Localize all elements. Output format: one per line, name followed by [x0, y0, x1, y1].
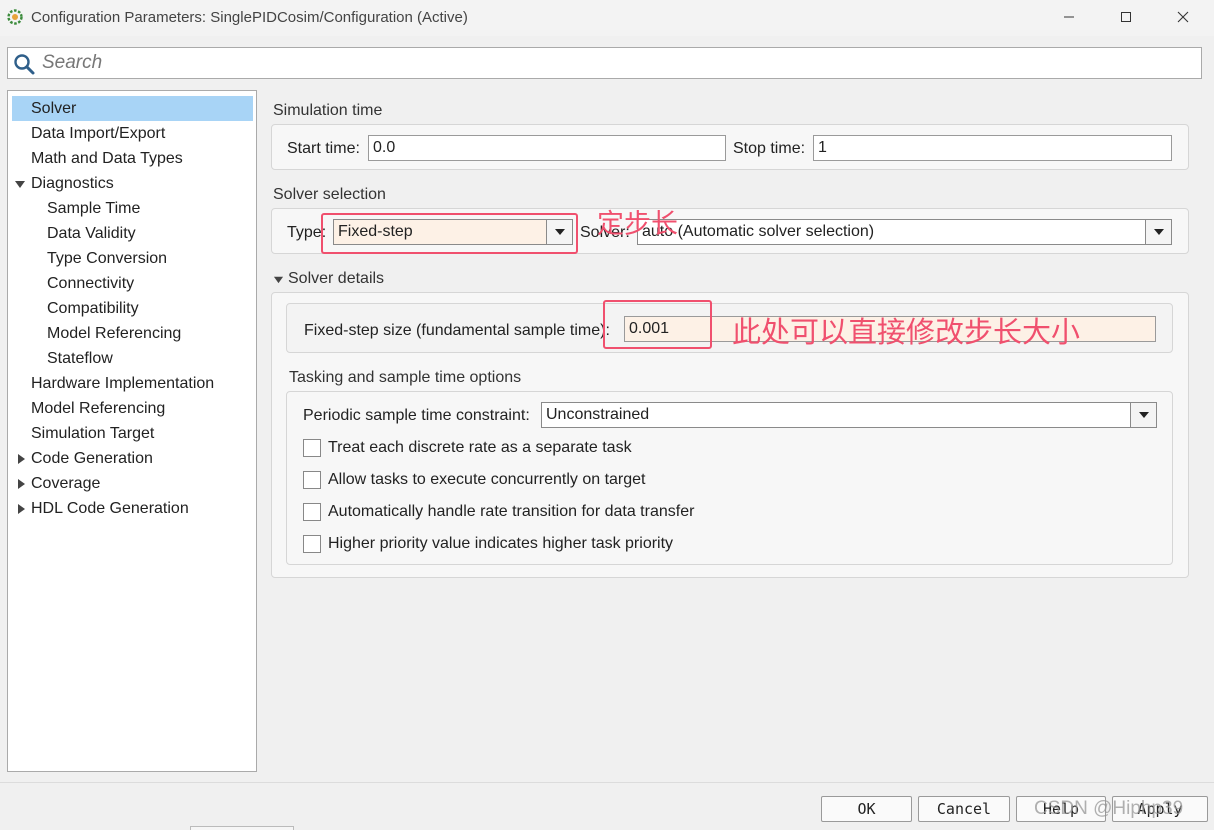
tree-item-model-referencing-diag[interactable]: Model Referencing — [12, 321, 181, 346]
task-priority-label[interactable]: Higher priority value indicates higher t… — [328, 535, 673, 553]
start-time-input[interactable]: 0.0 — [368, 135, 726, 161]
concurrent-tasks-checkbox[interactable] — [303, 471, 321, 489]
tree-item-label: Compatibility — [47, 300, 139, 317]
tree-item-hdl-code-generation[interactable]: HDL Code Generation — [12, 496, 232, 521]
maximize-icon — [1121, 12, 1131, 22]
maximize-button[interactable] — [1103, 0, 1149, 34]
tree-item-sample-time[interactable]: Sample Time — [12, 196, 140, 221]
tree-item-label: Math and Data Types — [31, 150, 183, 167]
solver-dropdown-button[interactable] — [1145, 220, 1171, 244]
collapsed-arrow-icon[interactable] — [15, 503, 27, 515]
rate-transition-label[interactable]: Automatically handle rate transition for… — [328, 503, 694, 521]
tree-item-code-generation[interactable]: Code Generation — [12, 446, 212, 471]
chevron-down-icon — [1153, 229, 1164, 235]
window-title: Configuration Parameters: SinglePIDCosim… — [31, 9, 468, 26]
rate-transition-checkbox[interactable] — [303, 503, 321, 521]
fixed-step-highlight-box — [321, 213, 578, 254]
fixed-step-note: 定步长 — [597, 209, 678, 240]
tree-item-label: Connectivity — [47, 275, 135, 292]
tree-item-simulation-target[interactable]: Simulation Target — [12, 421, 154, 446]
periodic-constraint-label: Periodic sample time constraint: — [303, 407, 530, 424]
tree-item-label: Data Validity — [47, 225, 136, 242]
tree-item-label: Type Conversion — [47, 250, 168, 267]
tree-item-diagnostics[interactable]: Diagnostics — [12, 171, 212, 196]
tree-item-math-and-data-types[interactable]: Math and Data Types — [12, 146, 183, 171]
minimize-icon — [1064, 16, 1074, 18]
tasking-heading: Tasking and sample time options — [289, 369, 522, 386]
tree-item-label: Code Generation — [31, 450, 153, 467]
title-bar: Configuration Parameters: SinglePIDCosim… — [0, 0, 1214, 36]
fixed-step-size-label: Fixed-step size (fundamental sample time… — [304, 322, 610, 339]
separate-task-label[interactable]: Treat each discrete rate as a separate t… — [328, 439, 632, 457]
tree-item-label: Sample Time — [47, 200, 141, 217]
tasking-panel: Periodic sample time constraint: Unconst… — [286, 391, 1173, 565]
tree-item-label: Simulation Target — [31, 425, 155, 442]
tree-item-label: Model Referencing — [47, 325, 182, 342]
chevron-down-icon — [1138, 412, 1149, 418]
periodic-constraint-dropdown-button[interactable] — [1130, 403, 1156, 427]
solver-details-heading[interactable]: Solver details — [288, 270, 384, 288]
tree-item-label: Diagnostics — [31, 175, 114, 192]
tree-item-label: Stateflow — [47, 350, 113, 367]
collapsed-arrow-icon[interactable] — [15, 478, 27, 490]
expanded-arrow-icon[interactable] — [273, 274, 284, 285]
start-time-label: Start time: — [287, 140, 360, 157]
separate-task-checkbox[interactable] — [303, 439, 321, 457]
tree-item-label: Data Import/Export — [31, 125, 166, 142]
tree-item-model-referencing[interactable]: Model Referencing — [12, 396, 165, 421]
close-icon — [1177, 11, 1189, 23]
solver-selection-heading: Solver selection — [273, 186, 386, 203]
step-size-note: 此处可以直接修改步长大小 — [732, 315, 1081, 349]
tree-item-data-import-export[interactable]: Data Import/Export — [12, 121, 165, 146]
tree-item-compatibility[interactable]: Compatibility — [12, 296, 139, 321]
minimize-button[interactable] — [1046, 0, 1092, 34]
collapsed-arrow-icon[interactable] — [15, 453, 27, 465]
close-button[interactable] — [1160, 0, 1206, 34]
tree-item-connectivity[interactable]: Connectivity — [12, 271, 134, 296]
solver-pane: Simulation time Start time: 0.0 Stop tim… — [265, 90, 1205, 772]
search-input[interactable] — [40, 50, 1190, 76]
tree-item-label: HDL Code Generation — [31, 500, 189, 517]
tree-item-label: Solver — [31, 100, 77, 117]
taskbar-edge — [190, 826, 294, 830]
step-size-highlight-box — [603, 300, 712, 349]
csdn-watermark: CSDN @Hiphp39 — [1034, 798, 1184, 819]
ok-button[interactable]: OK — [821, 796, 912, 822]
simulation-time-panel: Start time: 0.0 Stop time: 1 — [271, 124, 1189, 170]
solver-dropdown[interactable]: auto (Automatic solver selection) — [637, 219, 1172, 245]
tree-item-hardware-implementation[interactable]: Hardware Implementation — [12, 371, 214, 396]
concurrent-tasks-label[interactable]: Allow tasks to execute concurrently on t… — [328, 471, 646, 489]
dialog-footer: OK Cancel Help Apply — [0, 782, 1214, 830]
task-priority-checkbox[interactable] — [303, 535, 321, 553]
stop-time-input[interactable]: 1 — [813, 135, 1172, 161]
tree-item-type-conversion[interactable]: Type Conversion — [12, 246, 167, 271]
tree-item-solver[interactable]: Solver — [12, 96, 253, 121]
search-icon — [14, 54, 35, 75]
tree-item-coverage[interactable]: Coverage — [12, 471, 212, 496]
periodic-constraint-dropdown[interactable]: Unconstrained — [541, 402, 1157, 428]
tree-item-data-validity[interactable]: Data Validity — [12, 221, 136, 246]
category-tree: Solver Data Import/Export Math and Data … — [7, 90, 257, 772]
tree-item-label: Model Referencing — [31, 400, 166, 417]
tree-item-label: Hardware Implementation — [31, 375, 215, 392]
periodic-constraint-value: Unconstrained — [546, 406, 650, 423]
search-box — [7, 47, 1202, 79]
tree-item-label: Coverage — [31, 475, 101, 492]
expanded-arrow-icon[interactable] — [14, 178, 26, 190]
cancel-button[interactable]: Cancel — [918, 796, 1010, 822]
tree-item-stateflow[interactable]: Stateflow — [12, 346, 113, 371]
simulation-time-heading: Simulation time — [273, 102, 383, 119]
stop-time-label: Stop time: — [733, 140, 806, 157]
simulink-gear-icon — [7, 9, 23, 25]
